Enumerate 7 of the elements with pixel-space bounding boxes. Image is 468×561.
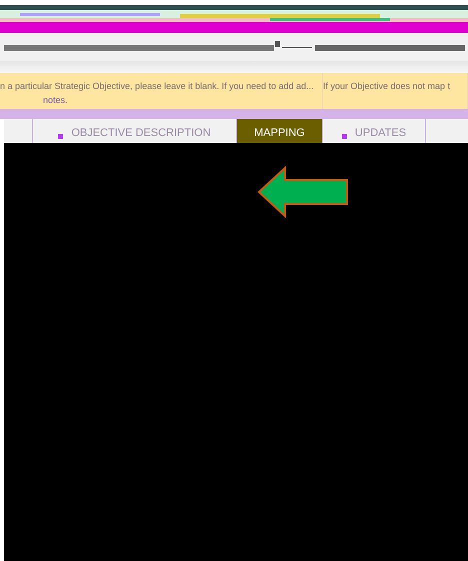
left-arrow-icon [257, 166, 349, 218]
square-icon [58, 134, 64, 139]
tab[interactable]: MAPPING [237, 119, 323, 143]
square-icon [342, 134, 347, 139]
notice-text: If your Objective does not map t [323, 81, 452, 91]
notice-text: notes. [42, 95, 69, 105]
notice-text: n a particular Strategic Objective, please leave it blank. If you need to add ad... [0, 81, 315, 91]
